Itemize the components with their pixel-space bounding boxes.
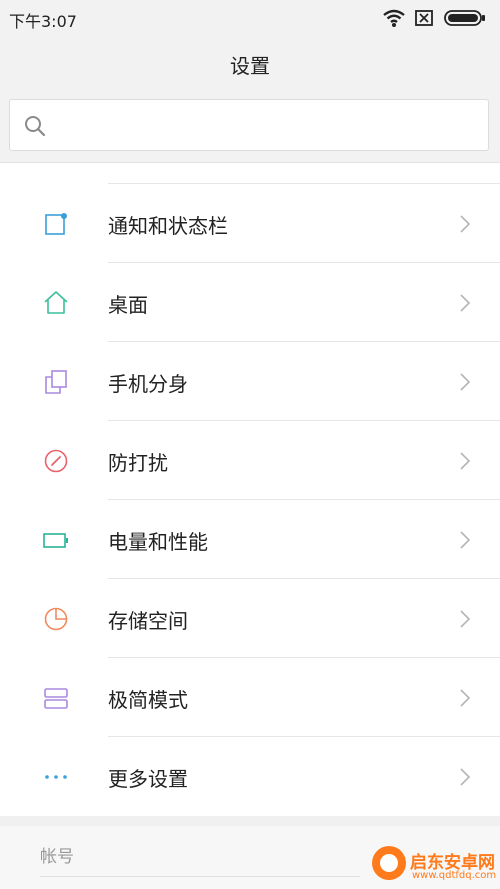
- status-icons: [382, 8, 492, 28]
- simple-mode-icon: [44, 688, 68, 709]
- chevron-right-icon: [460, 768, 471, 786]
- search-icon: [25, 116, 46, 137]
- home-icon: [44, 291, 68, 314]
- settings-item-label: 桌面: [108, 293, 148, 317]
- search-box[interactable]: [9, 99, 489, 151]
- chevron-right-icon: [460, 294, 471, 312]
- wifi-icon: [383, 9, 405, 27]
- title-bar: 设置: [0, 36, 500, 90]
- search-input[interactable]: [60, 108, 474, 144]
- chevron-right-icon: [460, 610, 471, 628]
- second-space-icon: [45, 370, 67, 394]
- chevron-right-icon: [460, 531, 471, 549]
- page-title: 设置: [230, 54, 270, 78]
- no-sim-icon: [415, 10, 433, 26]
- notification-icon: [45, 213, 67, 235]
- status-bar: 下午3:07: [0, 0, 500, 36]
- settings-item-second-space[interactable]: 手机分身: [0, 342, 500, 421]
- settings-item-notifications[interactable]: 通知和状态栏: [0, 184, 500, 263]
- settings-item-battery-performance[interactable]: 电量和性能: [0, 500, 500, 579]
- settings-item-simple-mode[interactable]: 极简模式: [0, 658, 500, 737]
- chevron-right-icon: [460, 373, 471, 391]
- battery-status-icon: [444, 10, 485, 26]
- settings-item-label: 防打扰: [108, 451, 168, 475]
- settings-item-do-not-disturb[interactable]: 防打扰: [0, 421, 500, 500]
- battery-icon: [43, 533, 68, 548]
- watermark: 启东安卓网 www.qdtfdq.com: [372, 826, 500, 889]
- do-not-disturb-icon: [44, 449, 68, 473]
- settings-list: 通知和状态栏 桌面 手机分身 防打扰 电量和性能 存储空间 极简模式 更多设置: [0, 163, 500, 816]
- more-icon: [45, 775, 67, 779]
- settings-item-more-settings[interactable]: 更多设置: [0, 737, 500, 816]
- settings-item-label: 存储空间: [108, 609, 188, 633]
- search-area: [0, 90, 500, 163]
- watermark-url: www.qdtfdq.com: [412, 870, 497, 881]
- settings-item-storage[interactable]: 存储空间: [0, 579, 500, 658]
- watermark-logo-icon: [372, 846, 406, 880]
- chevron-right-icon: [460, 215, 471, 233]
- storage-icon: [44, 607, 68, 631]
- chevron-right-icon: [460, 452, 471, 470]
- status-time: 下午3:07: [9, 12, 77, 31]
- settings-item-label: 电量和性能: [108, 530, 208, 554]
- section-header-account: 帐号: [40, 847, 74, 867]
- chevron-right-icon: [460, 689, 471, 707]
- settings-item-label: 手机分身: [108, 372, 188, 396]
- settings-item-label: 极简模式: [108, 688, 188, 712]
- settings-item-desktop[interactable]: 桌面: [0, 263, 500, 342]
- settings-item-label: 通知和状态栏: [108, 214, 228, 238]
- divider: [40, 876, 360, 877]
- settings-item-label: 更多设置: [108, 767, 188, 791]
- section-gap: [0, 816, 500, 826]
